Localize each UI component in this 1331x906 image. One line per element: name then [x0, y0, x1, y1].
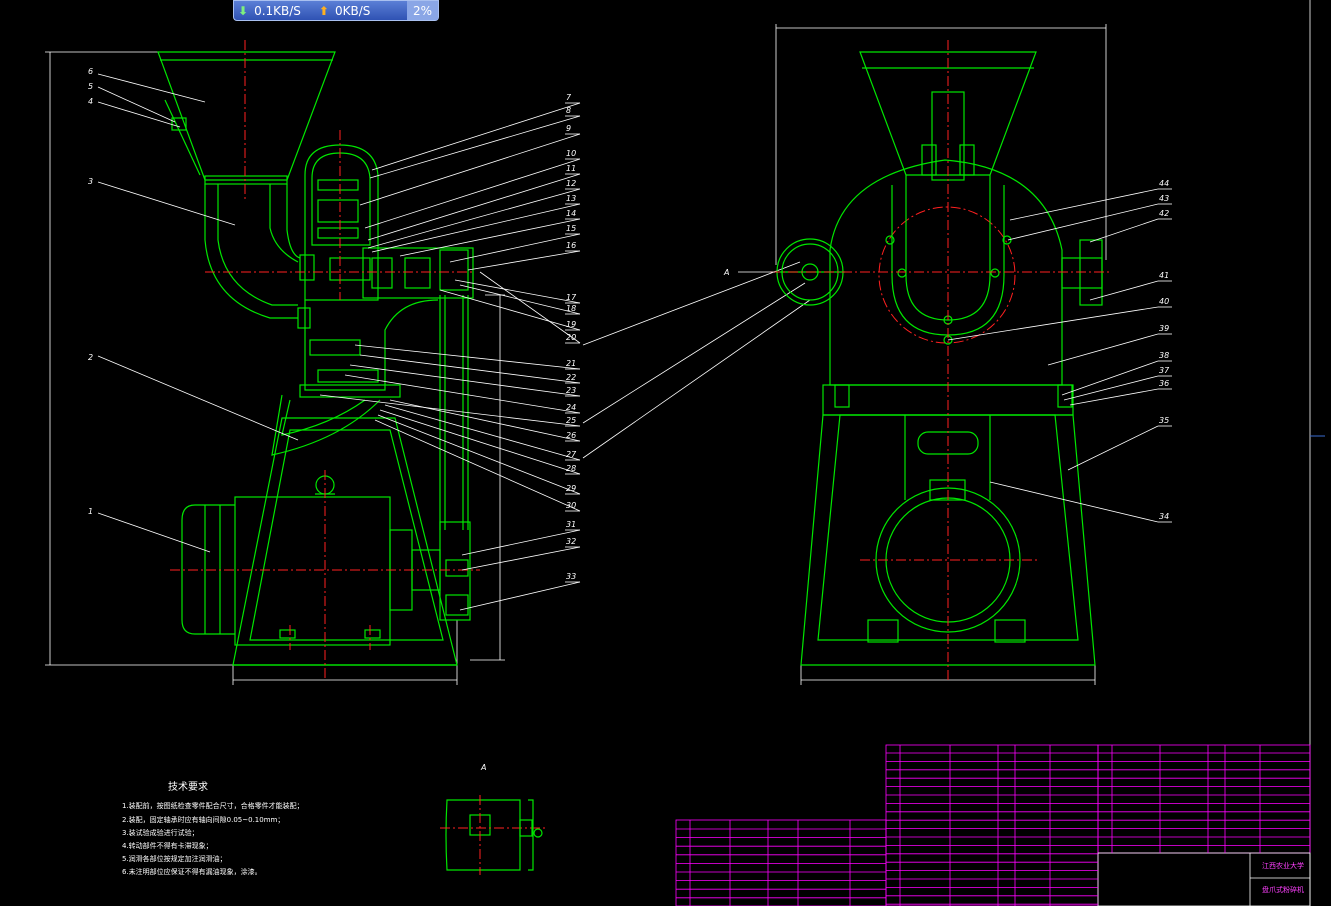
part-label-42: 42: [1159, 209, 1169, 218]
part-label-16: 16: [566, 241, 576, 250]
part-label-15: 15: [566, 224, 576, 233]
leader-26: [389, 399, 581, 442]
part-label-34: 34: [1159, 512, 1169, 521]
right-leaders: [947, 188, 1172, 523]
part-label-29: 29: [566, 484, 576, 493]
note-3: 3.装试验成验进行试验；: [122, 828, 199, 837]
leader-29: [377, 414, 581, 495]
part-label-30: 30: [566, 501, 576, 510]
leader-40: [947, 306, 1159, 341]
part-label-7: 7: [566, 93, 572, 102]
detail-label-a: A: [480, 763, 486, 772]
leader-13: [371, 203, 581, 253]
part-label-23: 23: [566, 386, 576, 395]
part-label-3: 3: [88, 177, 93, 186]
leader-38: [1061, 360, 1159, 396]
leader-31: [461, 529, 581, 556]
part-label-27: 27: [566, 450, 577, 459]
part-label-28: 28: [566, 464, 576, 473]
part-label-18: 18: [566, 304, 576, 313]
part-label-6: 6: [88, 67, 93, 76]
leader-43: [1007, 203, 1159, 241]
leader-42: [1089, 218, 1159, 243]
part-label-13: 13: [566, 194, 576, 203]
note-5: 5.润滑各部位按规定加注润滑油；: [122, 854, 227, 863]
leader-16: [467, 250, 581, 271]
part-label-17: 17: [566, 293, 577, 302]
leader-20: [582, 261, 801, 346]
note-1: 1.装配前，按图纸检查零件配合尺寸，合格零件才能装配；: [122, 801, 304, 810]
cad-drawing[interactable]: 6 5 4 3 2 1 7 8 9 10 11 12 13 14 15 16 17 18 19 20 21 2…: [0, 0, 1331, 906]
part-label-44: 44: [1159, 179, 1169, 188]
leader-30: [374, 419, 581, 512]
leader-25: [582, 282, 806, 424]
part-label-26: 26: [566, 431, 576, 440]
leader-20: [479, 271, 581, 344]
right-labels: 44 43 42 41 40 39 38 37 36 35 34: [1159, 179, 1170, 521]
part-label-4: 4: [88, 97, 93, 106]
leader-39: [1047, 333, 1159, 366]
part-label-22: 22: [566, 373, 576, 382]
leader-34: [989, 481, 1159, 523]
part-label-10: 10: [566, 149, 576, 158]
note-6: 6.未注明部位应保证不得有漏油现象，涂漆。: [122, 867, 262, 876]
part-label-38: 38: [1159, 351, 1169, 360]
part-label-39: 39: [1159, 324, 1169, 333]
part-label-31: 31: [566, 520, 576, 529]
leader-25: [319, 394, 581, 427]
title-block-name: 盘爪式粉碎机: [1262, 885, 1304, 894]
title-block-school: 江西农业大学: [1262, 861, 1304, 870]
leader-19: [439, 289, 581, 331]
part-label-32: 32: [566, 537, 576, 546]
leader-22: [359, 354, 581, 384]
view-marker-a: A: [723, 268, 729, 277]
side-view: [770, 24, 1110, 685]
part-label-41: 41: [1159, 271, 1169, 280]
part-label-9: 9: [566, 124, 571, 133]
part-label-43: 43: [1159, 194, 1169, 203]
part-label-2: 2: [88, 353, 93, 362]
leader-7: [371, 102, 581, 171]
part-label-37: 37: [1159, 366, 1170, 375]
part-label-5: 5: [88, 82, 93, 91]
part-label-24: 24: [566, 403, 576, 412]
leader-12: [367, 188, 581, 249]
part-label-12: 12: [566, 179, 576, 188]
part-label-11: 11: [566, 164, 576, 173]
parts-list-table: [675, 744, 1311, 906]
middle-leaders: [319, 102, 581, 611]
leader-27: [384, 404, 581, 461]
part-label-20: 20: [566, 333, 576, 342]
part-label-21: 21: [566, 359, 576, 368]
note-2: 2.装配，固定轴承时应有轴向间隙0.05~0.10mm；: [122, 815, 284, 824]
notes-title: 技术要求: [168, 780, 208, 793]
leader-10: [364, 158, 581, 229]
leader-32: [461, 546, 581, 571]
detail-view-a: [440, 795, 545, 875]
note-4: 4.转动部件不得有卡滞现象；: [122, 841, 213, 850]
part-label-40: 40: [1159, 297, 1169, 306]
leader-27: [582, 299, 811, 459]
left-leaders: [97, 73, 299, 553]
part-label-14: 14: [566, 209, 576, 218]
leader-41: [1089, 280, 1159, 301]
leader-11: [367, 173, 581, 241]
part-label-33: 33: [566, 572, 576, 581]
part-label-8: 8: [566, 106, 571, 115]
middle-labels: 7 8 9 10 11 12 13 14 15 16 17 18 19 20 21 22 23 24 25 26 27 2…: [566, 93, 577, 581]
part-label-19: 19: [566, 320, 576, 329]
part-label-36: 36: [1159, 379, 1169, 388]
leader-33: [459, 581, 581, 611]
leader-36: [1069, 388, 1159, 406]
part-label-35: 35: [1159, 416, 1169, 425]
part-label-1: 1: [88, 507, 93, 516]
leader-37: [1063, 375, 1159, 401]
part-label-25: 25: [566, 416, 576, 425]
leader-35: [1067, 425, 1159, 471]
